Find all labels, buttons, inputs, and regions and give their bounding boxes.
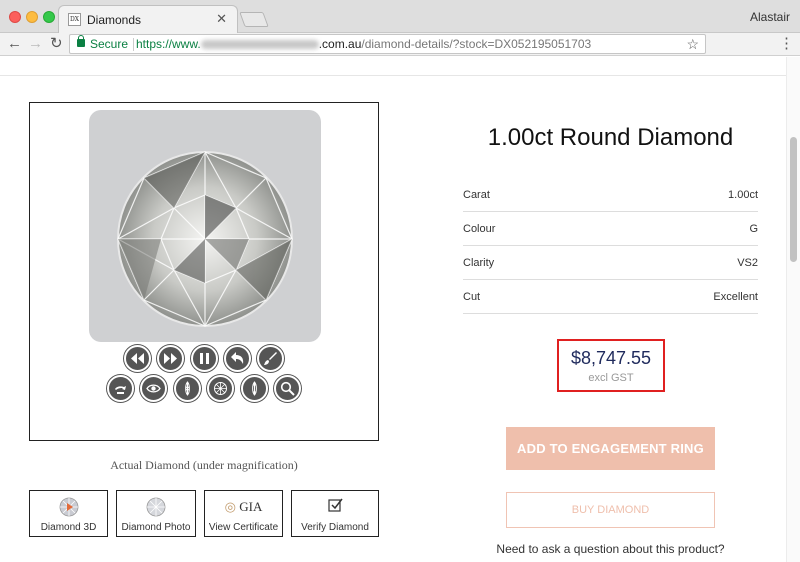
price: $8,747.55: [570, 348, 652, 368]
verify-diamond-button[interactable]: Verify Diamond: [291, 490, 379, 537]
zoom-icon: [281, 381, 295, 396]
hand-rotate-button[interactable]: [106, 375, 134, 402]
diamond-icon: [117, 151, 293, 327]
browser-toolbar: ← → ↻ Secure https://www. .com.au/diamond…: [0, 33, 800, 56]
minimize-window-button[interactable]: [26, 11, 38, 23]
address-bar[interactable]: Secure https://www. .com.au/diamond-detai…: [69, 34, 706, 54]
spec-value: Excellent: [713, 291, 758, 303]
diamond-3d-button[interactable]: Diamond 3D: [29, 490, 108, 537]
lock-icon: [77, 35, 85, 47]
url-divider: [133, 38, 134, 51]
undo-button[interactable]: [223, 345, 251, 372]
diamond-viewer: [29, 102, 379, 441]
view-certificate-button[interactable]: ◎ GIA View Certificate: [204, 490, 283, 537]
pause-button[interactable]: [190, 345, 218, 372]
diamond-photo-label: Diamond Photo: [121, 522, 191, 533]
spec-value: G: [749, 223, 758, 235]
facet-bottom-button[interactable]: [240, 375, 268, 402]
scrollbar-thumb[interactable]: [790, 137, 797, 262]
header-divider: [0, 75, 786, 76]
spec-label: Cut: [463, 291, 481, 303]
spec-value: VS2: [737, 257, 758, 269]
spec-label: Clarity: [463, 257, 495, 269]
eye-icon: [146, 384, 162, 393]
spec-row-carat: Carat 1.00ct: [463, 178, 758, 212]
price-highlight-box: $8,747.55 excl GST: [557, 339, 665, 392]
rewind-button[interactable]: [123, 345, 151, 372]
scrollbar[interactable]: [786, 57, 800, 562]
close-window-button[interactable]: [9, 11, 21, 23]
rewind-icon: [130, 353, 144, 364]
viewer-controls-row2: [30, 375, 378, 402]
browser-tab[interactable]: DX Diamonds ✕: [58, 5, 238, 34]
gia-logo-icon: GIA: [239, 499, 263, 514]
zoom-button[interactable]: [274, 375, 302, 402]
ask-question-link[interactable]: Need to ask a question about this produc…: [463, 542, 758, 556]
spec-row-colour: Colour G: [463, 212, 758, 246]
diamond-3d-icon: [59, 497, 78, 517]
facet-bottom-icon: [251, 381, 257, 396]
gia-seal-icon: ◎: [224, 499, 236, 514]
url-scheme: https://www.: [136, 37, 201, 51]
url-path: /diamond-details/?stock=DX052195051703: [361, 37, 592, 51]
url-domain-end: .com.au: [318, 37, 362, 51]
pause-icon: [199, 353, 209, 364]
facet-side-button[interactable]: [173, 375, 201, 402]
new-tab-button[interactable]: [239, 12, 269, 27]
tab-close-icon[interactable]: ✕: [216, 11, 227, 27]
url-redacted-domain: [200, 40, 319, 50]
spec-label: Colour: [463, 223, 496, 235]
bookmark-star-icon[interactable]: ☆: [686, 36, 699, 53]
facet-top-button[interactable]: [207, 375, 235, 402]
fast-forward-button[interactable]: [157, 345, 185, 372]
secure-label: Secure: [90, 37, 129, 51]
browser-tab-bar: DX Diamonds ✕ Alastair: [0, 0, 800, 34]
back-arrow-icon[interactable]: ←: [7, 34, 22, 54]
facet-side-icon: [184, 381, 190, 396]
diamond-photo-button[interactable]: Diamond Photo: [116, 490, 196, 537]
viewer-caption: Actual Diamond (under magnification): [110, 458, 298, 472]
buy-diamond-button[interactable]: BUY DIAMOND: [506, 492, 715, 528]
tab-title: Diamonds: [87, 13, 142, 27]
diamond-3d-label: Diamond 3D: [40, 522, 97, 533]
spec-row-cut: Cut Excellent: [463, 280, 758, 314]
diamond-photo-icon: [146, 497, 166, 517]
product-title: 1.00ct Round Diamond: [487, 124, 734, 151]
spec-value: 1.00ct: [728, 189, 758, 201]
undo-icon: [230, 352, 244, 364]
favicon-icon: DX: [68, 13, 81, 26]
view-certificate-label: View Certificate: [208, 522, 279, 533]
facet-top-icon: [214, 382, 228, 395]
brush-button[interactable]: [257, 345, 285, 372]
forward-arrow-icon[interactable]: →: [28, 34, 43, 54]
brush-icon: [264, 352, 278, 365]
add-to-engagement-ring-button[interactable]: ADD TO ENGAGEMENT RING: [506, 427, 715, 470]
spec-label: Carat: [463, 189, 490, 201]
fast-forward-icon: [164, 353, 178, 364]
verify-check-icon: [328, 498, 343, 512]
verify-diamond-label: Verify Diamond: [301, 522, 369, 533]
hand-rotate-icon: [114, 386, 126, 394]
price-note: excl GST: [588, 372, 634, 384]
diamond-image[interactable]: [89, 110, 321, 342]
maximize-window-button[interactable]: [43, 11, 55, 23]
profile-name[interactable]: Alastair: [750, 10, 790, 24]
reload-icon[interactable]: ↻: [50, 34, 63, 54]
spec-row-clarity: Clarity VS2: [463, 246, 758, 280]
browser-menu-icon[interactable]: ⋮: [779, 34, 794, 54]
url-text[interactable]: https://www. .com.au/diamond-details/?sto…: [136, 37, 591, 51]
viewer-controls-row1: [30, 345, 378, 372]
eye-button[interactable]: [140, 375, 168, 402]
